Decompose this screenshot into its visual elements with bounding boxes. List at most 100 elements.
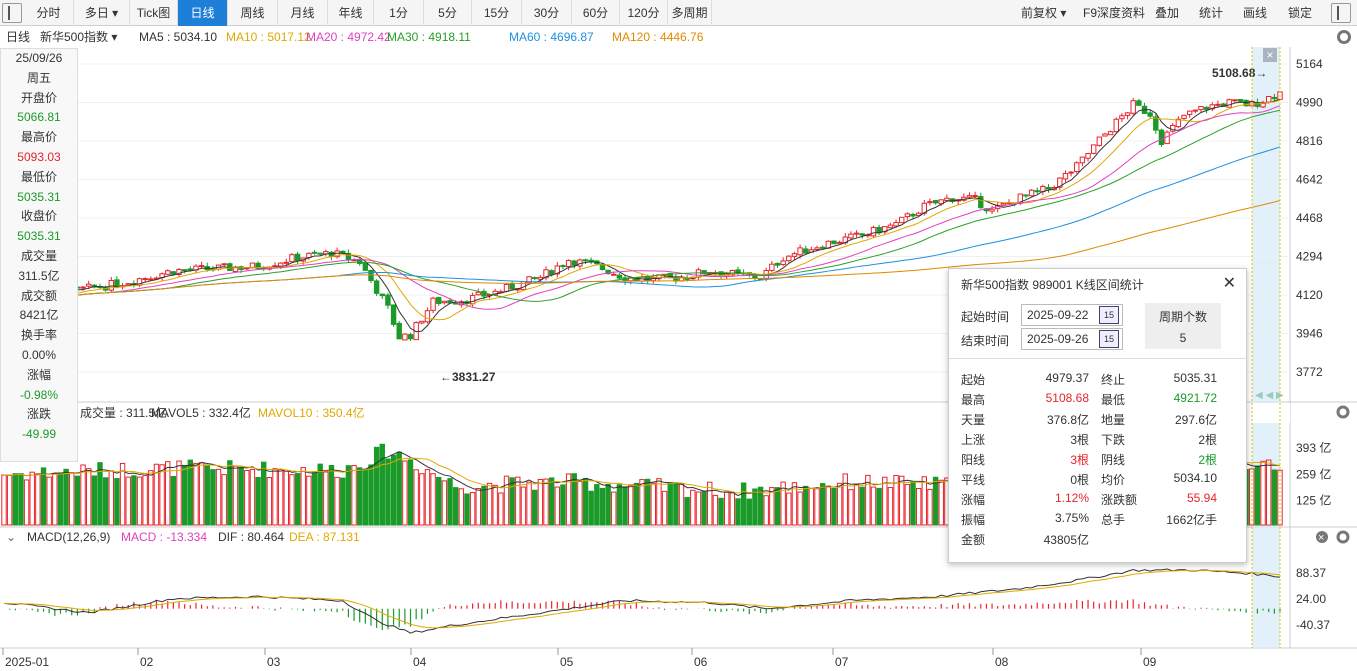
candle [565,260,572,268]
period-tab[interactable]: 15分 [472,0,522,26]
stat-label: 最高 [961,393,986,407]
period-tab[interactable]: 分时 [24,0,74,26]
volume-bar [63,468,69,526]
volume-bar [227,460,233,526]
candle [582,259,589,262]
info-weekday: 周五 [26,70,51,85]
volume-bar [12,473,18,526]
volume-bar [475,488,481,526]
candle [560,265,566,268]
volume-bar [814,488,820,526]
candle [831,240,837,245]
candle [1192,109,1199,112]
low-annotation: ←3831.27 [440,370,496,384]
period-tab[interactable]: 周线 [228,0,278,26]
volume-bar [187,459,194,526]
info-vol: 311.5亿 [18,268,60,283]
calendar-icon[interactable]: 15 [1099,330,1119,348]
stat-label: 阳线 [961,453,986,467]
info-chg: -0.98% [19,387,59,402]
candle [85,283,92,287]
ma-value: MA30 : 4918.11 [387,30,471,44]
volume-bar [125,476,131,526]
volume-bar [729,492,736,526]
toolbar-button[interactable]: 统计 [1199,0,1223,26]
stat-value: 1.12% [1054,491,1089,505]
volume-bar [142,475,148,526]
volume-bar [684,497,690,526]
volume-bar [577,481,583,526]
period-tab[interactable]: 1分 [374,0,424,26]
toolbar-button[interactable]: 叠加 [1155,0,1179,26]
sidebar-toggle-icon[interactable] [2,3,22,23]
period-tab[interactable]: 60分 [572,0,620,26]
panel-toggle-icon[interactable] [1331,3,1351,23]
volume-bar [661,490,668,526]
index-name-dropdown[interactable]: 新华500指数 ▾ [40,27,117,47]
stat-label: 涨幅 [961,493,986,507]
volume-bar [859,486,865,526]
candle [532,277,538,280]
calendar-icon[interactable]: 15 [1099,306,1119,324]
close-icon[interactable]: × [1263,48,1277,62]
volume-bar [159,464,165,526]
toolbar-button[interactable]: 锁定 [1288,0,1312,26]
volume-bar [927,488,933,526]
volume-bar [644,478,651,526]
settings-gear-icon[interactable] [1337,30,1351,44]
volume-bar [447,478,453,526]
volume-bar [774,487,781,526]
toolbar-button[interactable]: 前复权 ▾ [1021,0,1066,26]
volume-bar [193,462,199,526]
volume-bar [131,475,137,526]
period-tab[interactable]: 月线 [278,0,328,26]
stat-value: 376.8亿 [1046,413,1089,427]
candle [819,246,826,249]
candle [859,233,865,236]
toolbar-button[interactable]: F9深度资料 [1083,0,1145,26]
volume-bar [690,489,696,526]
candle [853,232,860,235]
candle [441,300,448,304]
candle [548,270,555,276]
volume-bar [283,471,290,526]
period-tab[interactable]: 120分 [620,0,668,26]
period-tab[interactable]: 多日 ▾ [74,0,130,26]
candle [379,293,385,297]
ma-value: MA60 : 4696.87 [509,30,594,44]
period-tab[interactable]: 5分 [424,0,472,26]
period-tab[interactable]: 日线 [178,0,228,26]
volume-bar [899,475,905,526]
candle [1028,189,1035,197]
candle [814,247,820,250]
period-tab[interactable]: 年线 [328,0,374,26]
volume-bar [503,475,510,526]
stat-value: 1662亿手 [1166,513,1217,527]
volume-bar [91,475,98,526]
period-tab[interactable]: 多周期 [668,0,712,26]
volume-bar [588,490,594,526]
candle [797,247,803,256]
candle [1215,103,1221,106]
candle [1062,172,1069,180]
month-label: 04 [413,655,427,669]
volume-bar [136,476,143,526]
candle [1000,202,1007,206]
period-tab[interactable]: 30分 [522,0,572,26]
volume-bar [46,476,52,526]
stat-label: 涨跌额 [1101,493,1138,507]
candle [181,269,188,272]
toolbar-button[interactable]: 画线 [1243,0,1267,26]
period-tab[interactable]: Tick图 [130,0,178,26]
candle [402,333,408,341]
divider [949,358,1248,359]
candle [1158,129,1165,146]
dialog-close-icon[interactable]: ✕ [1223,273,1236,293]
info-low: 5035.31 [17,189,61,204]
candle [1045,187,1052,190]
info-turn-label: 换手率 [20,328,57,343]
month-label: 07 [835,655,849,669]
volume-bar [277,469,284,526]
ma-value: MA120 : 4446.76 [612,30,704,44]
volume-bar [520,486,527,526]
